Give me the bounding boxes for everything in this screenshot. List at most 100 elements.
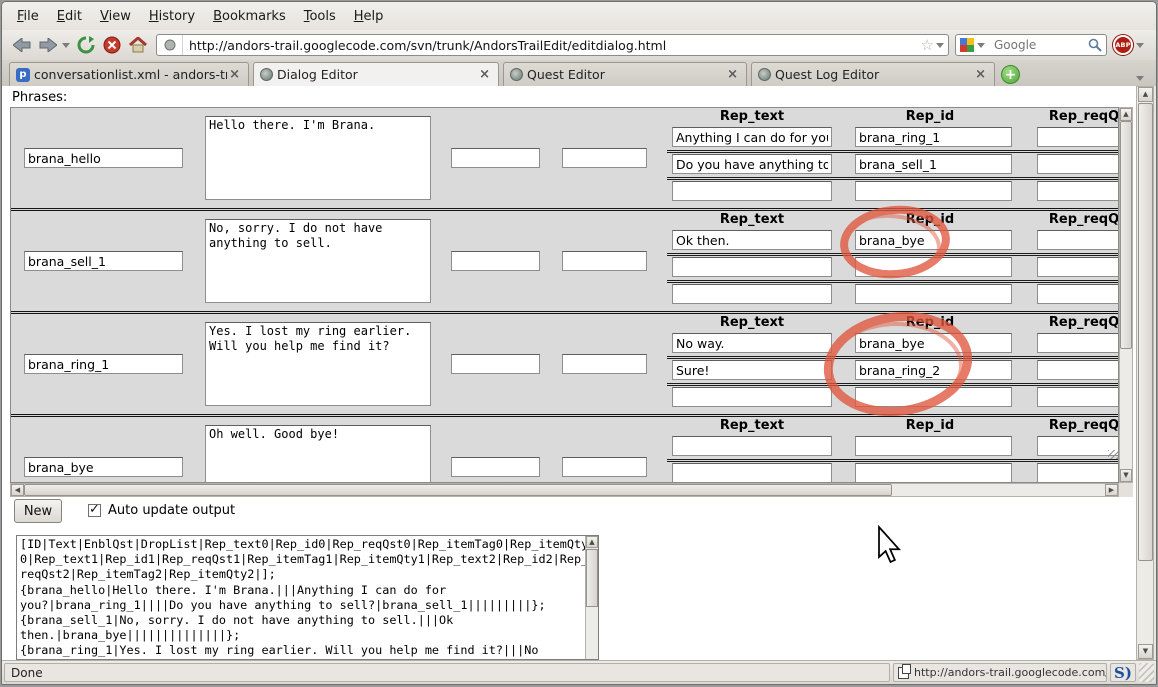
reply-text-input[interactable] — [672, 154, 832, 174]
scrollbar-thumb[interactable] — [586, 549, 598, 607]
menu-file[interactable]: File — [8, 5, 48, 28]
search-magnifier-icon[interactable] — [1087, 37, 1103, 53]
phrases-horizontal-scrollbar[interactable] — [10, 483, 1119, 497]
extension-s-badge[interactable]: S) — [1110, 663, 1136, 682]
phrase-droplist-input[interactable] — [562, 251, 647, 271]
reply-reqqst-input[interactable] — [1037, 463, 1119, 483]
phrase-enblqst-input[interactable] — [451, 354, 540, 374]
tab-dialog-editor[interactable]: Dialog Editor — [253, 62, 499, 86]
search-engine-chooser[interactable] — [956, 38, 991, 52]
phrase-id-input[interactable] — [24, 148, 183, 168]
reply-reqqst-input[interactable] — [1037, 154, 1119, 174]
reply-id-input[interactable] — [855, 257, 1012, 277]
phrase-enblqst-input[interactable] — [451, 148, 540, 168]
phrase-text-area[interactable]: No, sorry. I do not have anything to sel… — [205, 219, 431, 303]
reply-reqqst-input[interactable] — [1037, 230, 1119, 250]
reply-text-input[interactable] — [672, 284, 832, 304]
back-button[interactable] — [10, 33, 34, 57]
tab-close-icon[interactable] — [477, 67, 492, 82]
scrollbar-thumb[interactable] — [24, 484, 892, 496]
scroll-left-icon[interactable] — [11, 484, 24, 496]
reply-id-input[interactable] — [855, 463, 1012, 483]
reply-id-input[interactable] — [855, 387, 1012, 407]
search-input[interactable] — [991, 37, 1087, 53]
url-dropdown-icon[interactable] — [936, 43, 944, 48]
window-resize-grip[interactable] — [1139, 663, 1154, 682]
site-identity[interactable] — [157, 35, 183, 55]
menu-tools[interactable]: Tools — [295, 5, 345, 28]
phrase-text-area[interactable]: Hello there. I'm Brana. — [205, 116, 431, 200]
reply-id-input[interactable] — [855, 181, 1012, 201]
scroll-up-icon[interactable] — [586, 536, 598, 548]
reply-text-input[interactable] — [672, 360, 832, 380]
scroll-up-icon[interactable] — [1120, 108, 1132, 121]
scrollbar-thumb[interactable] — [1120, 121, 1132, 349]
menu-view[interactable]: View — [91, 5, 140, 28]
window-vertical-scrollbar[interactable] — [1136, 86, 1154, 660]
phrase-droplist-input[interactable] — [562, 354, 647, 374]
tab-quest-log-editor[interactable]: Quest Log Editor — [751, 62, 995, 86]
phrase-id-input[interactable] — [24, 457, 183, 477]
reply-text-input[interactable] — [672, 257, 832, 277]
search-bar[interactable] — [955, 34, 1107, 56]
reply-reqqst-input[interactable] — [1037, 333, 1119, 353]
scroll-right-icon[interactable] — [1105, 484, 1118, 496]
url-input[interactable] — [183, 37, 919, 54]
tab-conversationlist[interactable]: conversationlist.xml - andors-trail - Pr… — [9, 62, 249, 86]
tab-close-icon[interactable] — [725, 67, 740, 82]
scroll-up-icon[interactable] — [1138, 87, 1153, 102]
output-textarea[interactable]: [ID|Text|EnblQst|DropList|Rep_text0|Rep_… — [16, 535, 599, 660]
tab-close-icon[interactable] — [973, 67, 988, 82]
phrase-id-input[interactable] — [24, 354, 183, 374]
phrase-droplist-input[interactable] — [562, 457, 647, 477]
stop-button[interactable] — [100, 33, 124, 57]
reply-reqqst-input[interactable] — [1037, 127, 1119, 147]
reply-reqqst-input[interactable] — [1037, 257, 1119, 277]
auto-update-checkbox[interactable] — [88, 504, 101, 517]
reply-id-input[interactable] — [855, 360, 1012, 380]
reply-id-input[interactable] — [855, 284, 1012, 304]
phrase-text-area[interactable]: Yes. I lost my ring earlier. Will you he… — [205, 322, 431, 406]
phrase-droplist-input[interactable] — [562, 148, 647, 168]
reply-text-input[interactable] — [672, 387, 832, 407]
list-all-tabs-icon[interactable] — [1136, 76, 1144, 81]
phrase-enblqst-input[interactable] — [451, 251, 540, 271]
history-dropdown-icon[interactable] — [62, 43, 70, 48]
menu-history[interactable]: History — [140, 5, 204, 28]
reply-id-input[interactable] — [855, 436, 1012, 456]
reply-reqqst-input[interactable] — [1037, 284, 1119, 304]
reply-reqqst-input[interactable] — [1037, 181, 1119, 201]
tab-quest-editor[interactable]: Quest Editor — [503, 62, 747, 86]
menu-bookmarks[interactable]: Bookmarks — [204, 5, 295, 28]
reload-button[interactable] — [74, 33, 98, 57]
reply-text-input[interactable] — [672, 333, 832, 353]
scrollbar-thumb[interactable] — [1138, 103, 1153, 561]
adblock-dropdown-icon[interactable] — [1136, 43, 1144, 48]
new-tab-button[interactable] — [1001, 65, 1020, 84]
bookmark-star-icon[interactable] — [919, 36, 936, 54]
reply-text-input[interactable] — [672, 230, 832, 250]
scroll-down-icon[interactable] — [1138, 644, 1153, 659]
output-scrollbar[interactable] — [585, 536, 598, 659]
phrases-vertical-scrollbar[interactable] — [1119, 107, 1133, 483]
reply-reqqst-input[interactable] — [1037, 387, 1119, 407]
phrase-text-area[interactable]: Oh well. Good bye! — [205, 425, 431, 483]
textarea-resize-grip-icon[interactable] — [1108, 450, 1119, 459]
menu-help[interactable]: Help — [345, 5, 393, 28]
menu-edit[interactable]: Edit — [48, 5, 91, 28]
reply-reqqst-input[interactable] — [1037, 360, 1119, 380]
home-button[interactable] — [126, 33, 150, 57]
reply-text-input[interactable] — [672, 127, 832, 147]
reply-text-input[interactable] — [672, 436, 832, 456]
tab-close-icon[interactable] — [227, 67, 242, 82]
search-engine-dropdown-icon[interactable] — [977, 43, 985, 48]
scroll-down-icon[interactable] — [1120, 469, 1132, 482]
url-bar[interactable] — [156, 34, 949, 56]
phrase-id-input[interactable] — [24, 251, 183, 271]
phrase-enblqst-input[interactable] — [451, 457, 540, 477]
reply-text-input[interactable] — [672, 181, 832, 201]
reply-id-input[interactable] — [855, 230, 1012, 250]
new-button[interactable]: New — [14, 499, 62, 523]
reply-text-input[interactable] — [672, 463, 832, 483]
reply-id-input[interactable] — [855, 127, 1012, 147]
